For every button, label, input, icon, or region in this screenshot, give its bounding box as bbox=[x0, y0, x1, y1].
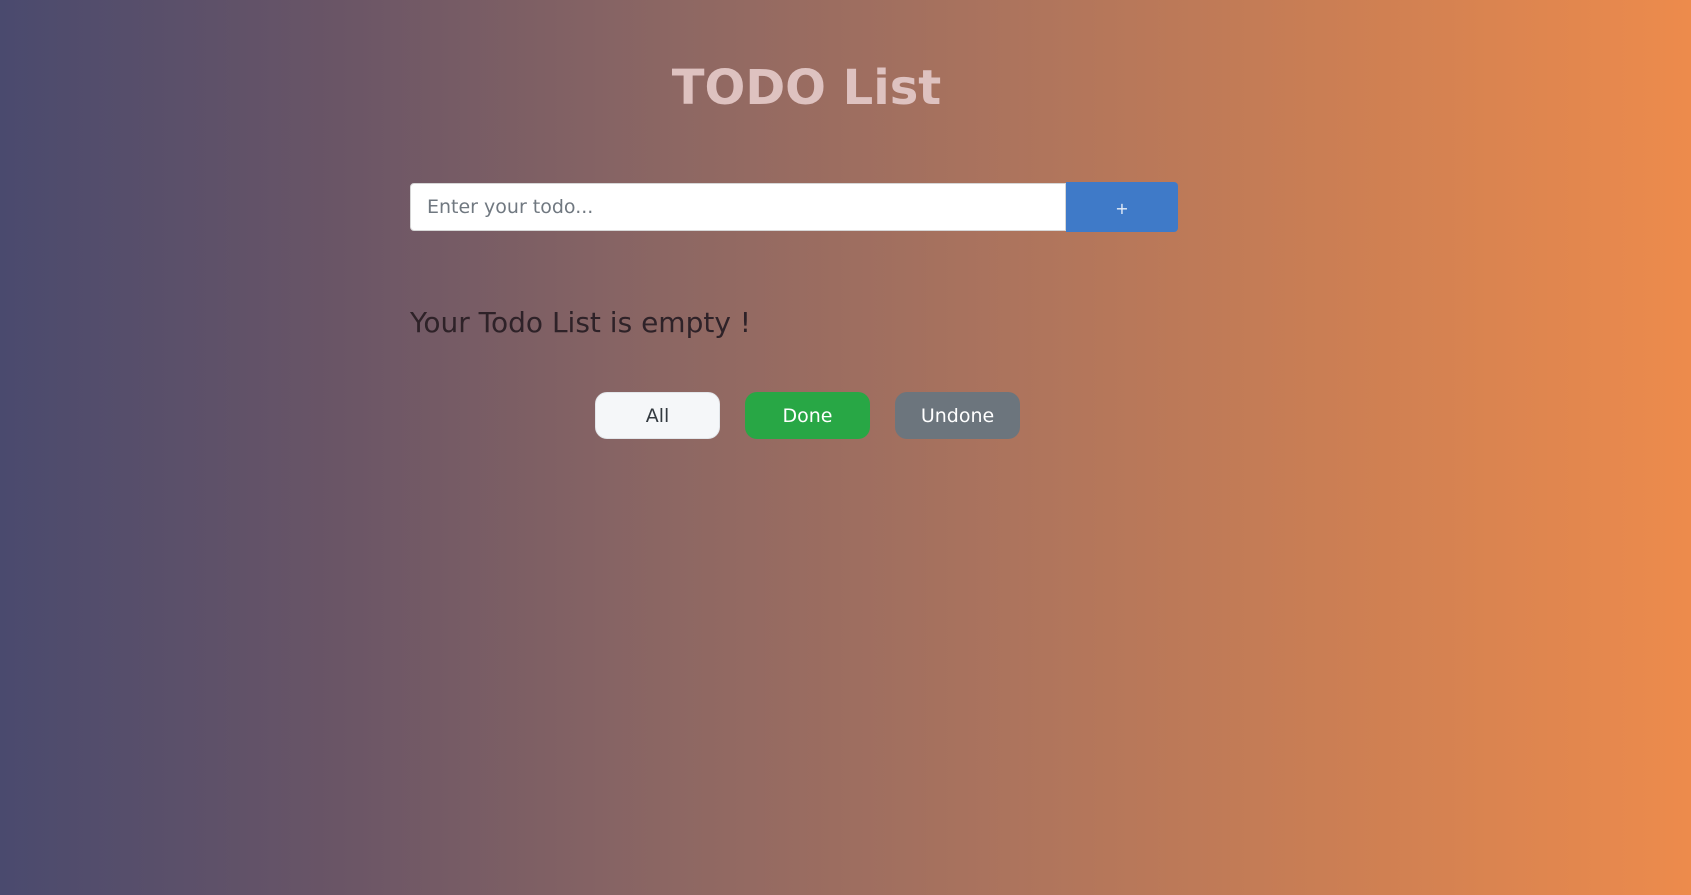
filter-all-button[interactable]: All bbox=[595, 392, 720, 439]
page-title: TODO List bbox=[671, 60, 942, 116]
filter-done-button[interactable]: Done bbox=[745, 392, 870, 439]
todo-form: + bbox=[410, 182, 1178, 232]
filter-undone-button[interactable]: Undone bbox=[895, 392, 1020, 439]
filter-buttons: All Done Undone bbox=[595, 392, 1020, 439]
add-todo-button[interactable]: + bbox=[1066, 182, 1178, 232]
todo-input[interactable] bbox=[410, 183, 1066, 231]
empty-list-message: Your Todo List is empty ! bbox=[410, 306, 752, 339]
